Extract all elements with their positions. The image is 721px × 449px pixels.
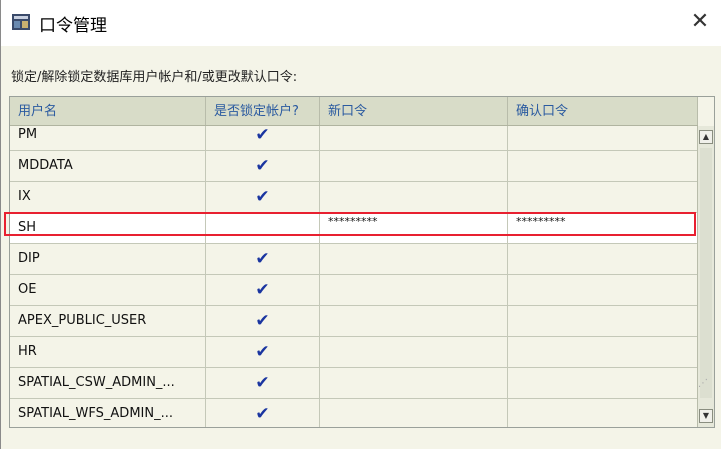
table-row[interactable]: MDDATA ✔ xyxy=(10,151,698,182)
instruction-text: 锁定/解除锁定数据库用户帐户和/或更改默认口令: xyxy=(11,70,298,85)
username-cell[interactable]: PM xyxy=(10,126,206,150)
password-management-dialog: 口令管理 ✕ 锁定/解除锁定数据库用户帐户和/或更改默认口令: 用户名 是否锁定… xyxy=(0,0,721,449)
new-password-cell[interactable] xyxy=(320,337,508,367)
close-button[interactable]: ✕ xyxy=(686,8,714,36)
column-header-new-password[interactable]: 新口令 xyxy=(320,97,508,125)
username-cell[interactable]: OE xyxy=(10,275,206,305)
checkmark-icon: ✔ xyxy=(255,156,270,176)
checkmark-icon: ✔ xyxy=(255,342,270,362)
column-header-username[interactable]: 用户名 xyxy=(10,97,206,125)
confirm-password-cell[interactable] xyxy=(508,368,698,398)
confirm-password-cell[interactable] xyxy=(508,244,698,274)
selected-row-highlight xyxy=(4,212,696,236)
username-cell[interactable]: SPATIAL_CSW_ADMIN_... xyxy=(10,368,206,398)
locked-cell[interactable]: ✔ xyxy=(206,306,320,336)
table-row[interactable]: SPATIAL_WFS_ADMIN_... ✔ xyxy=(10,399,698,427)
user-account-table: 用户名 是否锁定帐户? 新口令 确认口令 PM ✔ MDDATA ✔ IX ✔ SH ****… xyxy=(9,96,715,428)
checkmark-icon: ✔ xyxy=(255,280,270,300)
table-row[interactable]: DIP ✔ xyxy=(10,244,698,275)
resize-grip-icon: ⋰ xyxy=(698,378,708,389)
locked-cell[interactable]: ✔ xyxy=(206,126,320,150)
vertical-scrollbar[interactable]: ▲ ⋰ ▼ xyxy=(697,126,714,427)
locked-cell[interactable]: ✔ xyxy=(206,151,320,181)
new-password-cell[interactable] xyxy=(320,151,508,181)
locked-cell[interactable]: ✔ xyxy=(206,182,320,212)
confirm-password-cell[interactable] xyxy=(508,126,698,150)
table-row[interactable]: OE ✔ xyxy=(10,275,698,306)
table-row[interactable]: HR ✔ xyxy=(10,337,698,368)
checkmark-icon: ✔ xyxy=(255,311,270,331)
checkmark-icon: ✔ xyxy=(255,249,270,269)
new-password-cell[interactable] xyxy=(320,368,508,398)
scroll-up-arrow-icon[interactable]: ▲ xyxy=(699,130,713,144)
column-header-confirm-password[interactable]: 确认口令 xyxy=(508,97,698,125)
new-password-cell[interactable] xyxy=(320,399,508,427)
table-header: 用户名 是否锁定帐户? 新口令 确认口令 xyxy=(10,97,698,126)
confirm-password-cell[interactable] xyxy=(508,399,698,427)
new-password-cell[interactable] xyxy=(320,126,508,150)
window-title: 口令管理 xyxy=(39,16,107,36)
scroll-thumb[interactable] xyxy=(700,148,712,398)
checkmark-icon: ✔ xyxy=(255,373,270,393)
username-cell[interactable]: SPATIAL_WFS_ADMIN_... xyxy=(10,399,206,427)
username-cell[interactable]: DIP xyxy=(10,244,206,274)
table-body: PM ✔ MDDATA ✔ IX ✔ SH ********* ********* DIP ✔ OE ✔… xyxy=(10,126,698,427)
new-password-cell[interactable] xyxy=(320,306,508,336)
table-rows: PM ✔ MDDATA ✔ IX ✔ SH ********* ********* DIP ✔ OE ✔… xyxy=(10,126,698,427)
locked-cell[interactable]: ✔ xyxy=(206,337,320,367)
app-icon xyxy=(12,14,30,30)
table-row[interactable]: SPATIAL_CSW_ADMIN_... ✔ xyxy=(10,368,698,399)
confirm-password-cell[interactable] xyxy=(508,151,698,181)
new-password-cell[interactable] xyxy=(320,275,508,305)
new-password-cell[interactable] xyxy=(320,244,508,274)
username-cell[interactable]: IX xyxy=(10,182,206,212)
new-password-cell[interactable] xyxy=(320,182,508,212)
locked-cell[interactable]: ✔ xyxy=(206,244,320,274)
username-cell[interactable]: APEX_PUBLIC_USER xyxy=(10,306,206,336)
confirm-password-cell[interactable] xyxy=(508,182,698,212)
locked-cell[interactable]: ✔ xyxy=(206,275,320,305)
checkmark-icon: ✔ xyxy=(255,404,270,424)
confirm-password-cell[interactable] xyxy=(508,337,698,367)
username-cell[interactable]: MDDATA xyxy=(10,151,206,181)
scroll-down-arrow-icon[interactable]: ▼ xyxy=(699,409,713,423)
username-cell[interactable]: HR xyxy=(10,337,206,367)
table-row[interactable]: APEX_PUBLIC_USER ✔ xyxy=(10,306,698,337)
title-bar: 口令管理 ✕ xyxy=(1,0,721,46)
locked-cell[interactable]: ✔ xyxy=(206,399,320,427)
checkmark-icon: ✔ xyxy=(255,126,270,145)
confirm-password-cell[interactable] xyxy=(508,275,698,305)
locked-cell[interactable]: ✔ xyxy=(206,368,320,398)
table-row[interactable]: IX ✔ xyxy=(10,182,698,213)
table-row[interactable]: PM ✔ xyxy=(10,126,698,151)
column-header-locked[interactable]: 是否锁定帐户? xyxy=(206,97,320,125)
checkmark-icon: ✔ xyxy=(255,187,270,207)
confirm-password-cell[interactable] xyxy=(508,306,698,336)
